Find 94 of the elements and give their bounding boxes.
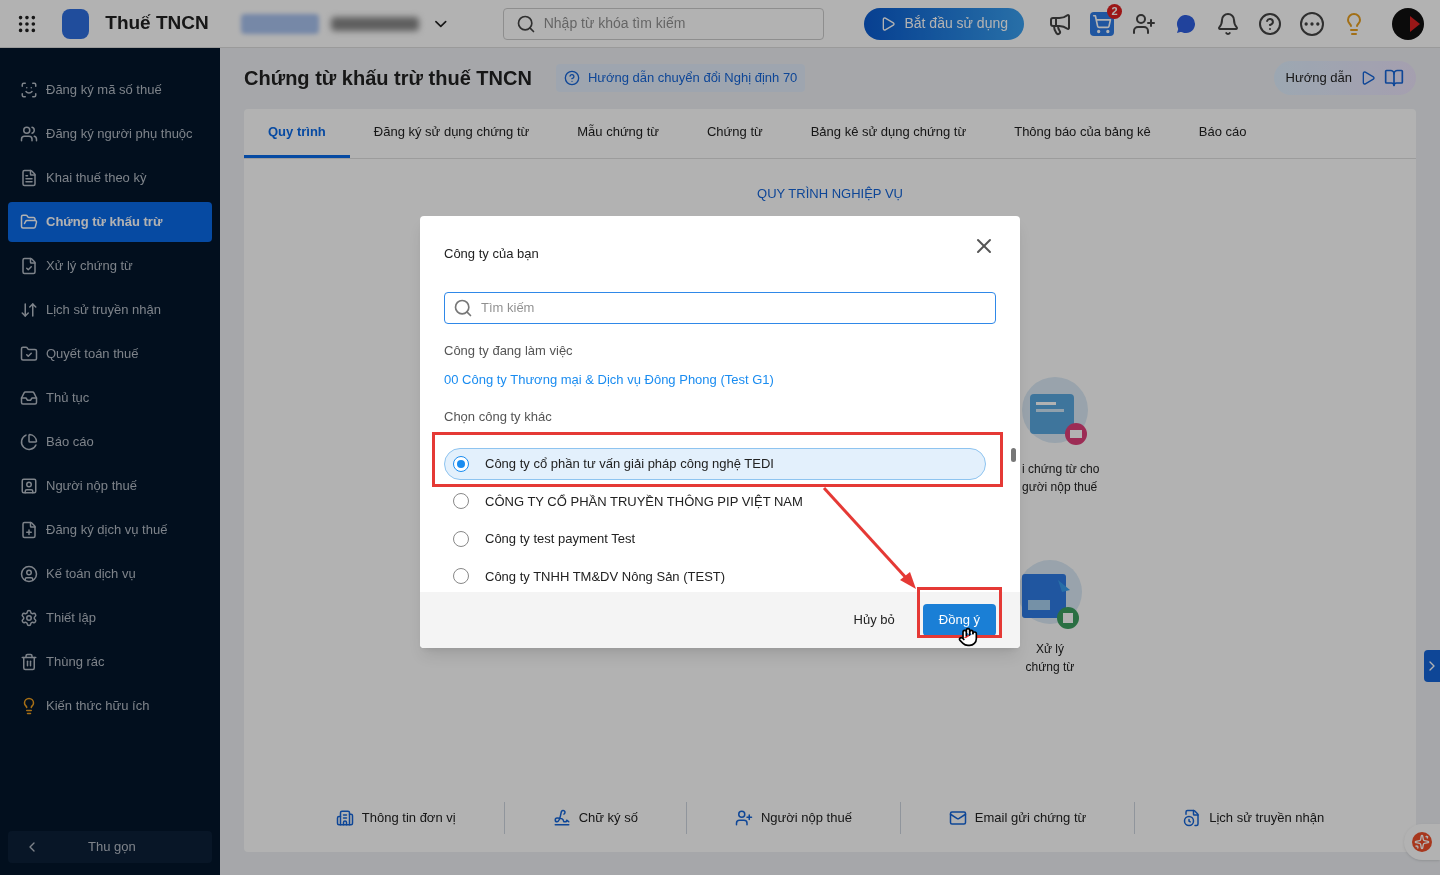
company-option[interactable]: Công ty cổ phần tư vấn giải pháp công nghệ TEDI	[444, 448, 986, 480]
step-label: i chứng từ cho	[1022, 461, 1100, 478]
scan-face-icon	[20, 81, 38, 99]
play-icon	[1360, 70, 1376, 86]
tab[interactable]: Chứng từ	[683, 109, 787, 158]
sidebar-item[interactable]: Thùng rác	[8, 642, 212, 682]
document-icon	[20, 169, 38, 187]
radio-button[interactable]	[453, 568, 469, 585]
quick-link[interactable]: Lịch sử truyền nhận	[1135, 802, 1373, 834]
company-option[interactable]: Công ty TNHH TM&DV Nông Sản (TEST)	[444, 560, 986, 592]
signature-icon	[552, 809, 571, 827]
tab[interactable]: Bảng kê sử dụng chứng từ	[786, 109, 991, 158]
step-label: Xử lý	[1035, 641, 1064, 658]
cart-icon[interactable]	[1090, 11, 1114, 36]
trash-icon	[20, 653, 38, 671]
page-title: Chứng từ khấu trừ thuế TNCN	[244, 66, 532, 91]
tab[interactable]: Đăng ký sử dụng chứng từ	[349, 109, 554, 158]
sidebar-item[interactable]: Khai thuế theo kỳ	[8, 158, 212, 198]
megaphone-icon[interactable]	[1048, 11, 1072, 36]
sidebar-item[interactable]: Báo cáo	[8, 422, 212, 462]
app-title: Thuế TNCN	[105, 11, 209, 36]
sidebar-item[interactable]: Xử lý chứng từ	[8, 246, 212, 286]
section-label: Chọn công ty khác	[444, 407, 553, 426]
avatar-icon[interactable]	[1392, 7, 1424, 40]
sidebar-item[interactable]: Người nộp thuế	[8, 466, 212, 506]
pie-chart-icon	[20, 433, 38, 451]
help-icon	[563, 70, 580, 86]
file-clock-icon	[1183, 809, 1202, 827]
sidebar-item[interactable]: Thiết lập	[8, 598, 212, 638]
folder-icon	[20, 213, 38, 231]
notification-icon[interactable]	[1216, 11, 1240, 36]
cart-badge: 2	[1107, 3, 1122, 19]
file-plus-icon	[20, 521, 38, 539]
company-option[interactable]: CÔNG TY CỔ PHẦN TRUYỀN THÔNG PIP VIỆT NAM	[444, 485, 986, 517]
user-circle-icon	[20, 565, 38, 583]
radio-button[interactable]	[453, 530, 469, 547]
file-check-icon	[20, 257, 38, 275]
user-plus-icon	[734, 809, 753, 827]
search-icon	[515, 13, 536, 34]
assistant-button[interactable]	[1404, 824, 1440, 860]
radio-button[interactable]	[453, 455, 469, 472]
building-icon	[335, 809, 354, 827]
book-icon	[1384, 68, 1404, 88]
sidebar-item[interactable]: Thủ tục	[8, 378, 212, 418]
radio-button[interactable]	[453, 493, 469, 510]
company-option[interactable]: Công ty test payment Test	[444, 523, 986, 555]
mail-icon	[948, 809, 967, 827]
quick-link[interactable]: Email gửi chứng từ	[900, 802, 1135, 834]
dialog-title: Công ty của bạn	[444, 245, 539, 263]
quick-link[interactable]: Thông tin đơn vị	[287, 802, 504, 834]
sidebar-item[interactable]: Lịch sử truyền nhận	[8, 290, 212, 330]
collapse-button[interactable]: Thu gọn	[8, 831, 212, 863]
tray-icon	[20, 389, 38, 407]
sidebar-item[interactable]: Chứng từ khấu trừ	[8, 202, 212, 242]
section-label: Công ty đang làm việc	[444, 341, 574, 360]
sparkle-icon	[1412, 832, 1432, 852]
step-label: chứng từ	[1025, 659, 1075, 676]
sidebar-item[interactable]: Đăng ký người phụ thuộc	[8, 114, 212, 154]
tab[interactable]: Thông báo của bảng kê	[990, 109, 1175, 158]
start-button[interactable]: Bắt đầu sử dụng	[864, 7, 1024, 40]
help-icon[interactable]	[1258, 11, 1282, 36]
step-label: gười nộp thuế	[1022, 479, 1099, 496]
quick-link[interactable]: Chữ ký số	[504, 802, 686, 834]
search-icon	[453, 297, 473, 318]
play-icon	[880, 15, 897, 32]
sidebar-item[interactable]: Đăng ký dịch vụ thuế	[8, 510, 212, 550]
search-input[interactable]: Tìm kiếm	[481, 297, 987, 318]
more-icon[interactable]	[1300, 11, 1324, 36]
expand-panel-button[interactable]	[1424, 650, 1440, 682]
tab[interactable]: Quy trình	[244, 109, 350, 158]
user-card-icon	[20, 477, 38, 495]
arrows-icon	[20, 301, 38, 319]
tab[interactable]: Mẫu chứng từ	[553, 109, 683, 158]
search-input[interactable]: Nhập từ khóa tìm kiếm	[543, 13, 812, 34]
app-logo-icon	[61, 8, 90, 39]
search-field[interactable]: Nhập từ khóa tìm kiếm	[502, 7, 825, 40]
confirm-button[interactable]: Đồng ý	[922, 604, 996, 636]
cancel-button[interactable]: Hủy bỏ	[841, 604, 907, 636]
guide-link[interactable]: Hướng dẫn chuyển đổi Nghị định 70	[555, 64, 806, 92]
scrollbar[interactable]	[1011, 448, 1016, 462]
current-company-link[interactable]: 00 Công ty Thương mại & Dịch vụ Đông Phong (Test G1)	[444, 370, 996, 390]
sidebar-item[interactable]: Kế toán dịch vụ	[8, 554, 212, 594]
search-field[interactable]: Tìm kiếm	[444, 291, 996, 324]
sidebar-item[interactable]: Đăng ký mã số thuế	[8, 70, 212, 110]
process-heading: QUY TRÌNH NGHIỆP VỤ	[757, 186, 903, 201]
sidebar-item[interactable]: Quyết toán thuế	[8, 334, 212, 374]
quick-link[interactable]: Người nộp thuế	[686, 802, 900, 834]
tab[interactable]: Báo cáo	[1174, 109, 1271, 158]
sidebar-item[interactable]: Kiến thức hữu ích	[8, 686, 212, 726]
settings-icon	[20, 609, 38, 627]
guide-button[interactable]: Hướng dẫn	[1273, 61, 1416, 95]
people-icon	[20, 125, 38, 143]
folder-check-icon	[20, 345, 38, 363]
add-user-icon[interactable]	[1132, 11, 1156, 36]
